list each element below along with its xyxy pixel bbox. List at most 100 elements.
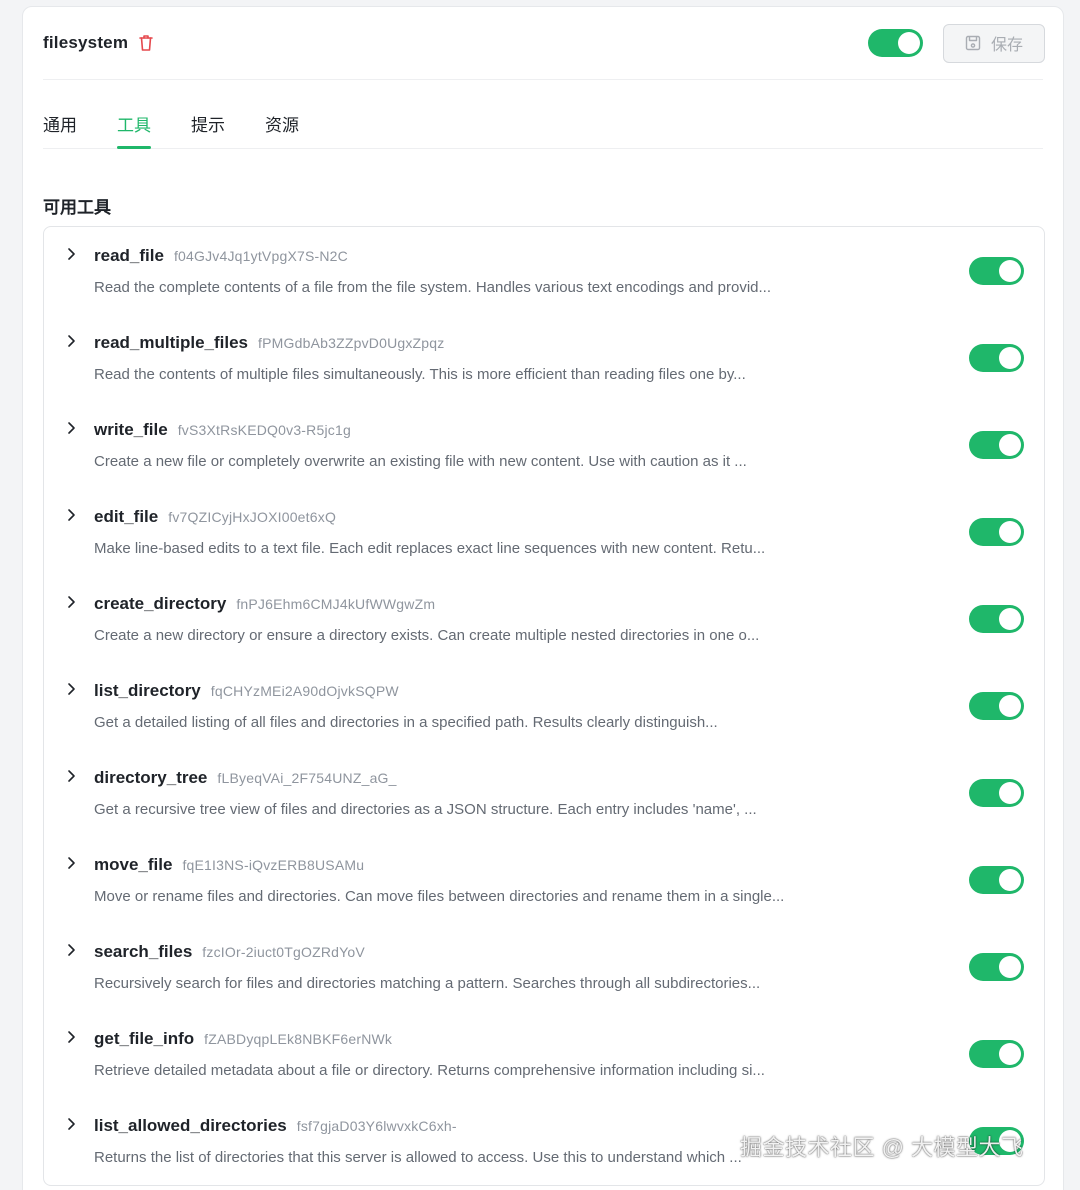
chevron-right-icon[interactable]: [64, 1030, 78, 1044]
tool-description: Get a recursive tree view of files and d…: [94, 801, 757, 818]
tool-row: directory_tree fLByeqVAi_2F754UNZ_aG_ Get …: [44, 749, 1044, 836]
tool-description: Create a new file or completely overwrit…: [94, 453, 747, 470]
tool-name-label: write_file: [94, 420, 168, 439]
toggle-knob: [999, 869, 1021, 891]
tool-id: fvS3XtRsKEDQ0v3-R5jc1g: [177, 422, 351, 438]
tool-name: directory_tree fLByeqVAi_2F754UNZ_aG_: [94, 768, 397, 788]
server-config-card: filesystem 保存 通用 工具 提示 资源 可用工具 read_file…: [22, 6, 1064, 1190]
toggle-knob: [999, 1043, 1021, 1065]
tool-id: fnPJ6Ehm6CMJ4kUfWWgwZm: [236, 596, 436, 612]
tool-enable-toggle[interactable]: [969, 431, 1024, 459]
tool-description: Make line-based edits to a text file. Ea…: [94, 540, 766, 557]
chevron-right-icon[interactable]: [64, 508, 78, 522]
chevron-right-icon[interactable]: [64, 247, 78, 261]
tool-name-label: search_files: [94, 942, 193, 961]
chevron-right-icon[interactable]: [64, 421, 78, 435]
tools-list: read_file f04GJv4Jq1ytVpgX7S-N2C Read the …: [43, 226, 1045, 1186]
tool-name-label: read_file: [94, 246, 164, 265]
tool-enable-toggle[interactable]: [969, 953, 1024, 981]
toggle-knob: [999, 782, 1021, 804]
tool-name: create_directory fnPJ6Ehm6CMJ4kUfWWgwZm: [94, 594, 435, 614]
toggle-knob: [999, 521, 1021, 543]
tool-row: read_file f04GJv4Jq1ytVpgX7S-N2C Read the …: [44, 227, 1044, 314]
toggle-knob: [999, 434, 1021, 456]
tool-row: read_multiple_files fPMGdbAb3ZZpvD0UgxZpq…: [44, 314, 1044, 401]
tool-enable-toggle[interactable]: [969, 518, 1024, 546]
tool-name: search_files fzcIOr-2iuct0TgOZRdYoV: [94, 942, 365, 962]
tool-id: fv7QZICyjHxJOXI00et6xQ: [168, 509, 337, 525]
tool-enable-toggle[interactable]: [969, 1127, 1024, 1155]
save-label: 保存: [990, 37, 1023, 54]
save-icon: [965, 35, 981, 51]
tool-name: move_file fqE1I3NS-iQvzERB8USAMu: [94, 855, 364, 875]
toggle-knob: [999, 1130, 1021, 1152]
toggle-knob: [898, 32, 920, 54]
tool-id: fqE1I3NS-iQvzERB8USAMu: [182, 857, 365, 873]
chevron-right-icon[interactable]: [64, 856, 78, 870]
tool-name-label: create_directory: [94, 594, 227, 613]
tool-description: Read the contents of multiple files simu…: [94, 366, 746, 383]
toggle-knob: [999, 608, 1021, 630]
tool-row: search_files fzcIOr-2iuct0TgOZRdYoV Recurs…: [44, 923, 1044, 1010]
tool-description: Returns the list of directories that thi…: [94, 1149, 742, 1166]
server-header: filesystem 保存: [43, 7, 1045, 80]
tool-enable-toggle[interactable]: [969, 866, 1024, 894]
tool-row: list_directory fqCHYzMEi2A90dOjvkSQPW Get …: [44, 662, 1044, 749]
chevron-right-icon[interactable]: [64, 334, 78, 348]
tool-enable-toggle[interactable]: [969, 692, 1024, 720]
tool-description: Retrieve detailed metadata about a file …: [94, 1062, 765, 1079]
tab-tools[interactable]: 工具: [117, 93, 151, 149]
tab-prompts[interactable]: 提示: [191, 93, 225, 149]
tool-enable-toggle[interactable]: [969, 1040, 1024, 1068]
tool-row: create_directory fnPJ6Ehm6CMJ4kUfWWgwZm Cr…: [44, 575, 1044, 662]
tool-name-label: list_allowed_directories: [94, 1116, 287, 1135]
tool-name: edit_file fv7QZICyjHxJOXI00et6xQ: [94, 507, 336, 527]
tool-enable-toggle[interactable]: [969, 779, 1024, 807]
tool-description: Recursively search for files and directo…: [94, 975, 761, 992]
tool-enable-toggle[interactable]: [969, 257, 1024, 285]
tool-enable-toggle[interactable]: [969, 344, 1024, 372]
tab-bar: 通用 工具 提示 资源: [43, 93, 1043, 149]
tool-description: Get a detailed listing of all files and …: [94, 714, 718, 731]
toggle-knob: [999, 695, 1021, 717]
save-button[interactable]: 保存: [943, 23, 1045, 63]
tool-id: fLByeqVAi_2F754UNZ_aG_: [217, 770, 397, 786]
tool-description: Read the complete contents of a file fro…: [94, 279, 772, 296]
tool-name-label: move_file: [94, 855, 173, 874]
server-enable-toggle[interactable]: [868, 29, 923, 57]
tool-id: fZABDyqpLEk8NBKF6erNWk: [204, 1031, 393, 1047]
toggle-knob: [999, 347, 1021, 369]
chevron-right-icon[interactable]: [64, 1117, 78, 1131]
tab-resources[interactable]: 资源: [265, 93, 299, 149]
tool-name: list_directory fqCHYzMEi2A90dOjvkSQPW: [94, 681, 399, 701]
trash-icon[interactable]: [138, 34, 154, 52]
tool-name-label: edit_file: [94, 507, 159, 526]
tool-name-label: read_multiple_files: [94, 333, 249, 352]
tool-id: fzcIOr-2iuct0TgOZRdYoV: [202, 944, 365, 960]
tool-name: read_multiple_files fPMGdbAb3ZZpvD0UgxZpq…: [94, 333, 444, 353]
tool-row: move_file fqE1I3NS-iQvzERB8USAMu Move or r…: [44, 836, 1044, 923]
tool-enable-toggle[interactable]: [969, 605, 1024, 633]
chevron-right-icon[interactable]: [64, 682, 78, 696]
toggle-knob: [999, 260, 1021, 282]
tool-id: f04GJv4Jq1ytVpgX7S-N2C: [173, 248, 348, 264]
chevron-right-icon[interactable]: [64, 943, 78, 957]
tool-name: write_file fvS3XtRsKEDQ0v3-R5jc1g: [94, 420, 351, 440]
tool-name: list_allowed_directories fsf7gjaD03Y6lwvx…: [94, 1116, 457, 1136]
tool-description: Move or rename files and directories. Ca…: [94, 888, 785, 905]
tool-id: fsf7gjaD03Y6lwvxkC6xh-: [296, 1118, 457, 1134]
tab-general[interactable]: 通用: [43, 93, 77, 149]
tool-name-label: directory_tree: [94, 768, 208, 787]
tool-row: list_allowed_directories fsf7gjaD03Y6lwvx…: [44, 1097, 1044, 1184]
chevron-right-icon[interactable]: [64, 595, 78, 609]
toggle-knob: [999, 956, 1021, 978]
tool-row: write_file fvS3XtRsKEDQ0v3-R5jc1g Create a…: [44, 401, 1044, 488]
tool-description: Create a new directory or ensure a direc…: [94, 627, 760, 644]
tool-name: get_file_info fZABDyqpLEk8NBKF6erNWk: [94, 1029, 392, 1049]
tool-row: edit_file fv7QZICyjHxJOXI00et6xQ Make line…: [44, 488, 1044, 575]
chevron-right-icon[interactable]: [64, 769, 78, 783]
tool-name-label: get_file_info: [94, 1029, 195, 1048]
section-title: 可用工具: [43, 198, 111, 217]
tool-name-label: list_directory: [94, 681, 201, 700]
server-name: filesystem: [43, 33, 129, 52]
